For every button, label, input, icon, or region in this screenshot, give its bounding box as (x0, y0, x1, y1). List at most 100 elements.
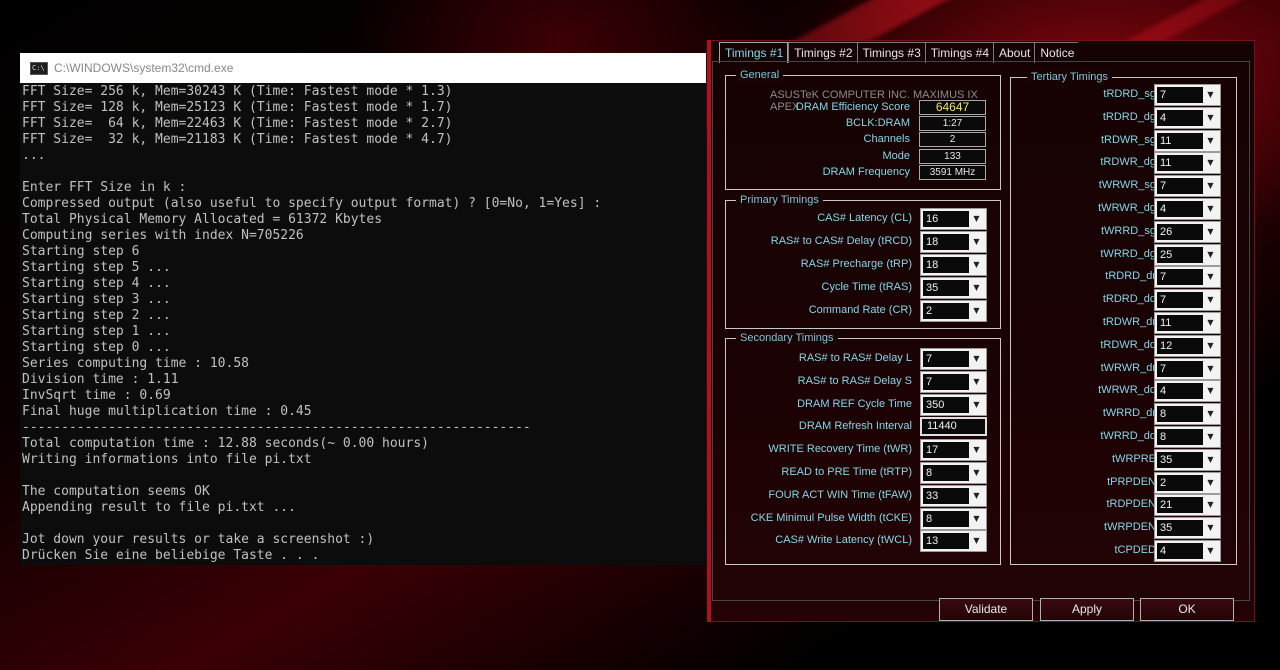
chevron-down-icon[interactable]: ▼ (1203, 155, 1218, 172)
chevron-down-icon[interactable]: ▼ (1203, 520, 1218, 537)
tab-about[interactable]: About (993, 42, 1035, 63)
primary-timing-select[interactable]: 18 ▼ (920, 231, 987, 253)
general-group-title: General (736, 68, 784, 82)
chevron-down-icon[interactable]: ▼ (1203, 223, 1218, 240)
chevron-down-icon[interactable]: ▼ (969, 510, 984, 527)
chevron-down-icon[interactable]: ▼ (969, 211, 984, 227)
combo-value: 7 (1157, 178, 1203, 195)
tertiary-timing-select[interactable]: 4 ▼ (1154, 380, 1221, 403)
chevron-down-icon[interactable]: ▼ (1203, 292, 1218, 309)
primary-timing-select[interactable]: 16 ▼ (920, 208, 987, 230)
chevron-down-icon[interactable]: ▼ (969, 234, 984, 250)
secondary-timing-select[interactable]: 7 ▼ (920, 370, 987, 393)
primary-timing-select[interactable]: 35 ▼ (920, 277, 987, 299)
general-label: DRAM Frequency (822, 166, 910, 178)
tertiary-timing-select[interactable]: 21 ▼ (1154, 494, 1221, 517)
tertiary-timing-label: tRDRD_dr (1105, 270, 1156, 283)
chevron-down-icon[interactable]: ▼ (969, 442, 984, 459)
tertiary-timing-select[interactable]: 11 ▼ (1154, 129, 1221, 152)
tab-timings-1[interactable]: Timings #1 (719, 42, 789, 63)
tab-timings-3[interactable]: Timings #3 (856, 42, 925, 63)
secondary-timing-select[interactable]: 8 ▼ (920, 462, 987, 484)
chevron-down-icon[interactable]: ▼ (969, 303, 984, 319)
chevron-down-icon[interactable]: ▼ (1203, 109, 1218, 126)
secondary-timing-select[interactable]: 13 ▼ (920, 530, 987, 553)
tertiary-timing-select[interactable]: 12 ▼ (1154, 334, 1221, 357)
chevron-down-icon[interactable]: ▼ (1203, 451, 1218, 468)
chevron-down-icon[interactable]: ▼ (969, 533, 984, 550)
combo-value: 7 (1157, 87, 1203, 103)
tertiary-timing-label: tCPDED (1114, 544, 1156, 556)
primary-timing-select[interactable]: 2 ▼ (920, 300, 987, 322)
apply-button[interactable]: Apply (1040, 598, 1134, 621)
console-line: FFT Size= 32 k, Mem=21183 K (Time: Faste… (22, 132, 453, 147)
tab-timings-4[interactable]: Timings #4 (924, 42, 993, 63)
chevron-down-icon[interactable]: ▼ (1203, 269, 1218, 286)
chevron-down-icon[interactable]: ▼ (1203, 474, 1218, 491)
tertiary-timing-select[interactable]: 7 ▼ (1154, 289, 1221, 312)
chevron-down-icon[interactable]: ▼ (1203, 360, 1218, 377)
chevron-down-icon[interactable]: ▼ (1203, 337, 1218, 354)
timings-window[interactable]: Timings #1 Timings #2 Timings #3 Timings #4… (707, 40, 1255, 622)
cmd-window[interactable]: C:\ C:\WINDOWS\system32\cmd.exe FFT Size… (20, 53, 706, 565)
cmd-titlebar[interactable]: C:\ C:\WINDOWS\system32\cmd.exe (20, 53, 706, 83)
secondary-timing-select[interactable]: 33 ▼ (920, 484, 987, 507)
chevron-down-icon[interactable]: ▼ (969, 257, 984, 273)
tertiary-timing-select[interactable]: 25 ▼ (1154, 243, 1221, 266)
chevron-down-icon[interactable]: ▼ (969, 373, 984, 390)
chevron-down-icon[interactable]: ▼ (969, 465, 984, 481)
tab-notice[interactable]: Notice (1034, 42, 1079, 63)
tertiary-timing-select[interactable]: 7 ▼ (1154, 357, 1221, 380)
chevron-down-icon[interactable]: ▼ (1203, 246, 1218, 263)
primary-timing-label: RAS# to CAS# Delay (tRCD) (770, 235, 912, 247)
chevron-down-icon[interactable]: ▼ (1203, 406, 1218, 423)
chevron-down-icon[interactable]: ▼ (1203, 429, 1218, 445)
combo-value: 7 (1157, 292, 1203, 309)
tertiary-timing-select[interactable]: 7 ▼ (1154, 266, 1221, 289)
secondary-timing-label: WRITE Recovery Time (tWR) (768, 443, 912, 456)
secondary-timings-group: Secondary Timings RAS# to RAS# Delay L 7 ▼… (725, 331, 1001, 565)
tertiary-timing-select[interactable]: 26 ▼ (1154, 220, 1221, 243)
tertiary-timing-select[interactable]: 7 ▼ (1154, 84, 1221, 106)
tertiary-timing-select[interactable]: 4 ▼ (1154, 106, 1221, 129)
console-line: Appending result to file pi.txt ... (22, 500, 296, 515)
chevron-down-icon[interactable]: ▼ (1203, 178, 1218, 195)
tertiary-timing-select[interactable]: 11 ▼ (1154, 152, 1221, 175)
secondary-timing-label: FOUR ACT WIN Time (tFAW) (768, 488, 912, 501)
secondary-timing-select[interactable]: 350 ▼ (920, 393, 987, 416)
tertiary-timing-select[interactable]: 4 ▼ (1154, 198, 1221, 220)
chevron-down-icon[interactable]: ▼ (969, 487, 984, 504)
chevron-down-icon[interactable]: ▼ (969, 396, 984, 413)
secondary-timing-select[interactable]: 7 ▼ (920, 348, 987, 370)
chevron-down-icon[interactable]: ▼ (1203, 315, 1218, 331)
validate-button[interactable]: Validate (939, 598, 1033, 621)
tertiary-timing-select[interactable]: 8 ▼ (1154, 403, 1221, 426)
chevron-down-icon[interactable]: ▼ (969, 351, 984, 367)
combo-value: 8 (923, 465, 969, 481)
primary-timing-select[interactable]: 18 ▼ (920, 254, 987, 276)
tertiary-timing-select[interactable]: 4 ▼ (1154, 540, 1221, 562)
general-label: Mode (882, 150, 910, 162)
chevron-down-icon[interactable]: ▼ (1203, 201, 1218, 217)
console-line: Total Physical Memory Allocated = 61372 … (22, 212, 383, 227)
secondary-timing-select[interactable]: 8 ▼ (920, 507, 987, 530)
tertiary-timing-select[interactable]: 11 ▼ (1154, 312, 1221, 334)
tertiary-timing-select[interactable]: 35 ▼ (1154, 448, 1221, 471)
ok-button[interactable]: OK (1140, 598, 1234, 621)
chevron-down-icon[interactable]: ▼ (969, 280, 984, 296)
tertiary-timing-label: tWRPDEN (1104, 521, 1156, 534)
chevron-down-icon[interactable]: ▼ (1203, 497, 1218, 514)
tertiary-timing-select[interactable]: 8 ▼ (1154, 426, 1221, 448)
tertiary-timing-select[interactable]: 7 ▼ (1154, 175, 1221, 198)
cmd-console-output[interactable]: FFT Size= 256 k, Mem=30243 K (Time: Fast… (20, 83, 706, 564)
tertiary-timing-select[interactable]: 35 ▼ (1154, 517, 1221, 540)
chevron-down-icon[interactable]: ▼ (1203, 543, 1218, 559)
chevron-down-icon[interactable]: ▼ (1203, 132, 1218, 149)
console-line: ----------------------------------------… (22, 420, 531, 435)
refresh-interval-input[interactable]: 11440 (920, 417, 987, 437)
chevron-down-icon[interactable]: ▼ (1203, 383, 1218, 400)
secondary-timing-select[interactable]: 17 ▼ (920, 439, 987, 462)
tab-timings-2[interactable]: Timings #2 (788, 42, 857, 63)
tertiary-timing-select[interactable]: 2 ▼ (1154, 471, 1221, 494)
chevron-down-icon[interactable]: ▼ (1203, 87, 1218, 103)
